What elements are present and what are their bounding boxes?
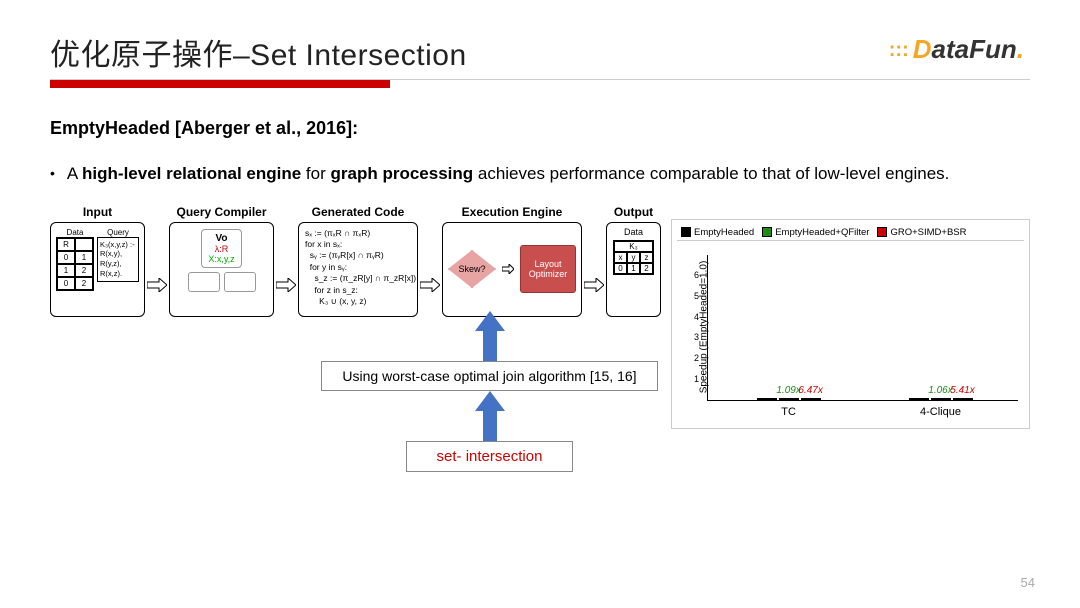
pipeline-diagram: Input Data R011202 Query K₃(x,y,z) :-R(x…	[50, 205, 661, 472]
arrow-up-icon	[475, 391, 505, 441]
slide-title: 优化原子操作–Set Intersection	[50, 30, 1030, 74]
arrow-right-icon	[502, 264, 514, 274]
title-underline	[50, 80, 390, 88]
logo-dots-icon: :::	[889, 40, 909, 60]
speedup-chart: EmptyHeadedEmptyHeaded+QFilterGRO+SIMD+B…	[671, 219, 1030, 429]
bullet-item: • A high-level relational engine for gra…	[50, 161, 1030, 187]
bullet-icon: •	[50, 161, 55, 187]
code-box: sₓ := (πₓR ∩ πₓR)for x in sₓ: sᵧ := (πᵧR…	[298, 222, 418, 317]
annotation-set-intersection: set- intersection	[406, 441, 574, 472]
exec-label: Execution Engine	[462, 205, 563, 219]
generated-label: Generated Code	[312, 205, 405, 219]
arrow-up-icon	[475, 311, 505, 361]
chart-plot: Speedup (EmptyHeaded=1.0) 1234561.09x6.4…	[707, 255, 1018, 401]
y-axis-label: Speedup (EmptyHeaded=1.0)	[699, 261, 710, 394]
compiler-box: Vo λ:R X:x,y,z	[169, 222, 274, 317]
input-query: K₃(x,y,z) :-R(x,y),R(y,z),R(x,z).	[97, 237, 139, 282]
compiler-label: Query Compiler	[176, 205, 266, 219]
layout-optimizer: Layout Optimizer	[520, 245, 576, 293]
arrow-right-icon	[147, 278, 167, 292]
exec-box: Skew? Layout Optimizer	[442, 222, 582, 317]
bullet-text: A high-level relational engine for graph…	[67, 161, 950, 187]
output-table: K₃ xyz 012	[613, 240, 654, 275]
arrow-right-icon	[584, 278, 604, 292]
skew-diamond: Skew?	[448, 250, 496, 288]
section-heading: EmptyHeaded [Aberger et al., 2016]:	[50, 118, 1030, 139]
chart-legend: EmptyHeadedEmptyHeaded+QFilterGRO+SIMD+B…	[677, 225, 1024, 241]
arrow-right-icon	[420, 278, 440, 292]
page-number: 54	[1021, 575, 1035, 590]
input-box: Data R011202 Query K₃(x,y,z) :-R(x,y),R(…	[50, 222, 145, 317]
output-label: Output	[614, 205, 653, 219]
input-label: Input	[83, 205, 112, 219]
input-data-table: R011202	[56, 237, 94, 291]
output-box: Data K₃ xyz 012	[606, 222, 661, 317]
arrow-right-icon	[276, 278, 296, 292]
annotation-wco: Using worst-case optimal join algorithm …	[321, 361, 657, 391]
logo: :::DataFun.	[889, 34, 1024, 65]
